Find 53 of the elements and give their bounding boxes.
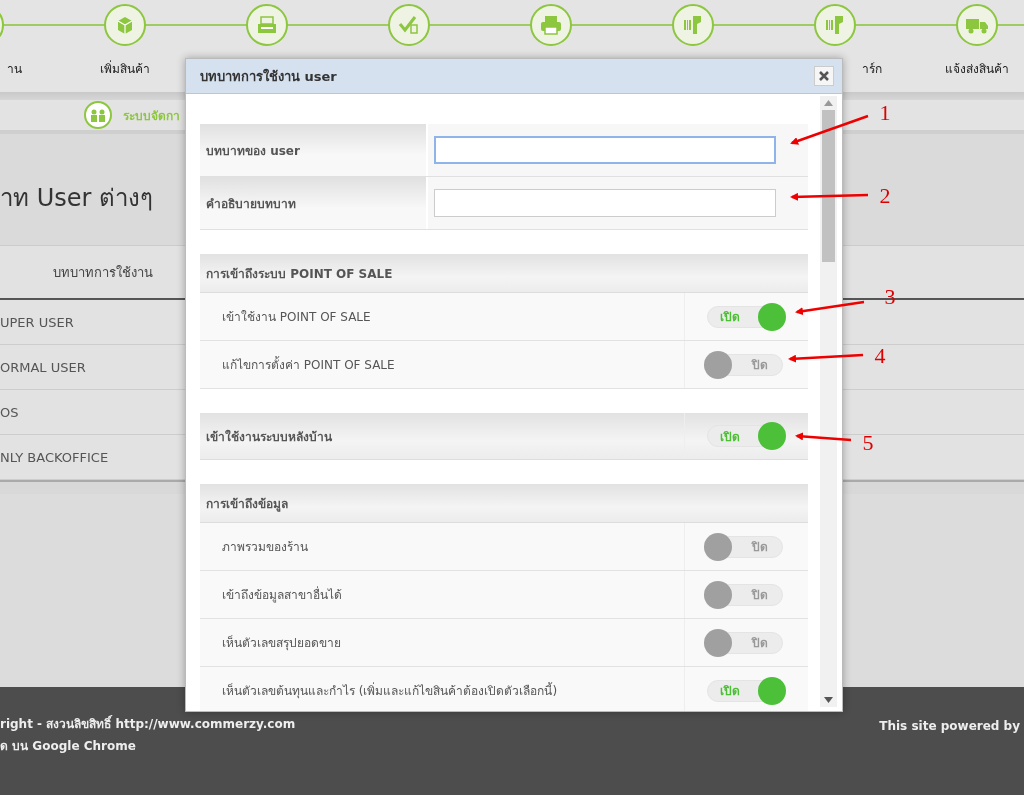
scrollbar-track[interactable] [820, 96, 837, 707]
annotation-arrow [795, 300, 865, 316]
step-label: าน [7, 61, 23, 75]
field-label: คำอธิบายบทบาท [200, 177, 428, 229]
input-field[interactable] [434, 189, 776, 217]
column-header: บทบาทการใช้งาน [52, 263, 154, 282]
toggle-switch[interactable]: ปิด [707, 535, 783, 558]
step-label: าร์ก [862, 61, 883, 75]
toggle-switch[interactable]: ปิด [707, 631, 783, 654]
table-cell: ORMAL USER [0, 359, 86, 375]
footer-text: This site powered by [879, 719, 1020, 733]
callout-number: 1 [879, 100, 891, 125]
toggle-switch[interactable]: เปิด [707, 425, 783, 447]
people-icon [83, 100, 113, 130]
field-label: บทบาทของ user [200, 124, 428, 176]
permission-label: เข้าใช้งาน POINT OF SALE [221, 309, 372, 326]
section-title: เข้าใช้งานระบบหลังบ้าน [205, 428, 333, 446]
annotation-arrow [795, 432, 852, 442]
scrollbar-thumb[interactable] [822, 110, 835, 262]
table-cell: NLY BACKOFFICE [0, 449, 109, 465]
permission-label: ภาพรวมของร้าน [221, 539, 309, 556]
check-icon[interactable] [387, 3, 431, 47]
printer-icon[interactable] [529, 3, 573, 47]
toggle-switch[interactable]: ปิด [707, 353, 783, 376]
permission-label: เข้าถึงข้อมูลสาขาอื่นได้ [221, 585, 343, 604]
step-label: แจ้งส่งสินค้า [945, 61, 1009, 75]
box-icon[interactable] [103, 3, 147, 47]
toggle-switch[interactable]: ปิด [707, 583, 783, 606]
scanner-icon[interactable] [671, 3, 715, 47]
toggle-switch[interactable]: เปิด [707, 679, 783, 702]
dialog-title: บทบาทการใช้งาน user [200, 67, 337, 86]
permission-label: แก้ไขการตั้งค่า POINT OF SALE [221, 355, 396, 374]
step-label: เพิ่มสินค้า [100, 59, 150, 75]
scroll-down-icon[interactable] [824, 697, 833, 703]
truck-icon[interactable] [955, 3, 999, 47]
section-title: การเข้าถึงระบบ POINT OF SALE [206, 265, 393, 283]
close-button[interactable] [814, 66, 834, 86]
cash-register-icon[interactable] [245, 3, 289, 47]
section-title: การเข้าถึงข้อมูล [206, 495, 288, 513]
scanner-icon[interactable] [813, 3, 857, 47]
table-cell: OS [0, 404, 19, 420]
callout-number: 4 [874, 343, 886, 368]
callout-number: 5 [862, 430, 874, 455]
input-field[interactable] [434, 136, 776, 164]
permission-label: เห็นตัวเลขต้นทุนและกำไร (เพิ่มและแก้ไขสินค้าต้องเปิดตัวเลือกนี้) [221, 681, 559, 700]
close-icon [819, 71, 829, 81]
footer-text: ด บน Google Chrome [0, 738, 136, 755]
breadcrumb-link[interactable]: ระบบจัดกา [123, 105, 180, 125]
footer-text: right - สงวนลิขสิทธิ์ http://www.commerzy.com [0, 714, 296, 733]
toggle-switch[interactable]: เปิด [707, 305, 783, 328]
table-cell: UPER USER [0, 314, 74, 330]
permission-label: เห็นตัวเลขสรุปยอดขาย [221, 634, 342, 652]
callout-number: 2 [879, 183, 891, 208]
